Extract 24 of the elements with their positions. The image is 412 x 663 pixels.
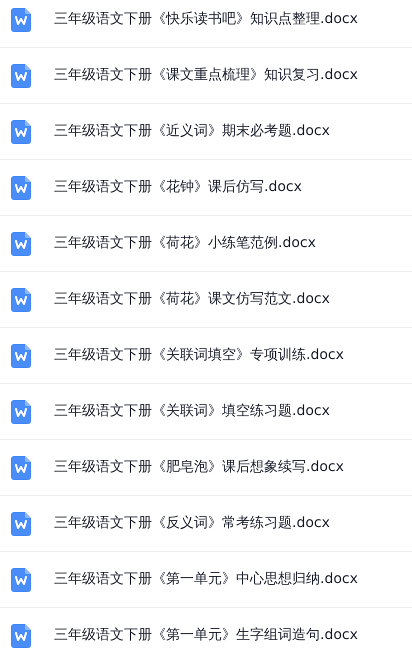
file-name[interactable]: 三年级语文下册《第一单元》生字组词造句.docx (54, 625, 358, 646)
document-icon (11, 568, 31, 592)
document-icon (11, 120, 31, 144)
document-icon (11, 288, 31, 312)
document-icon (11, 232, 31, 256)
file-name[interactable]: 三年级语文下册《关联词》填空练习题.docx (54, 401, 330, 422)
document-icon (11, 456, 31, 480)
document-icon (11, 624, 31, 648)
file-name[interactable]: 三年级语文下册《快乐读书吧》知识点整理.docx (54, 9, 358, 30)
file-name[interactable]: 三年级语文下册《课文重点梳理》知识复习.docx (54, 65, 358, 86)
document-icon (11, 64, 31, 88)
document-icon (11, 344, 31, 368)
file-name[interactable]: 三年级语文下册《荷花》小练笔范例.docx (54, 233, 316, 254)
document-icon (11, 400, 31, 424)
document-icon (11, 512, 31, 536)
file-name[interactable]: 三年级语文下册《第一单元》中心思想归纳.docx (54, 569, 358, 590)
document-icon (11, 8, 31, 32)
file-name[interactable]: 三年级语文下册《荷花》课文仿写范文.docx (54, 289, 330, 310)
file-name[interactable]: 三年级语文下册《花钟》课后仿写.docx (54, 177, 302, 198)
document-icon (11, 176, 31, 200)
file-name[interactable]: 三年级语文下册《反义词》常考练习题.docx (54, 513, 330, 534)
file-name[interactable]: 三年级语文下册《近义词》期末必考题.docx (54, 121, 330, 142)
file-name[interactable]: 三年级语文下册《肥皂泡》课后想象续写.docx (54, 457, 344, 478)
file-name[interactable]: 三年级语文下册《关联词填空》专项训练.docx (54, 345, 344, 366)
